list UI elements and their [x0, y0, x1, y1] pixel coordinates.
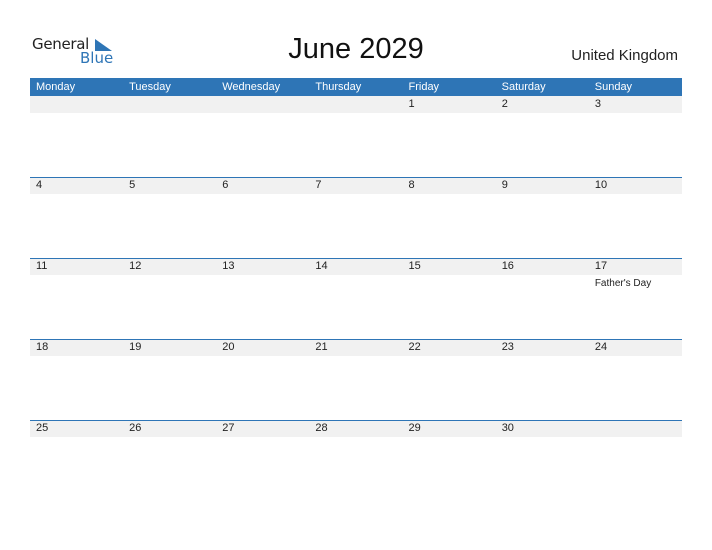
day-number: 22: [408, 341, 421, 353]
day-cell: 22: [403, 339, 496, 420]
day-cell: 29: [403, 420, 496, 501]
day-cell: 1: [403, 96, 496, 177]
day-number: 10: [594, 179, 608, 191]
week-row: 4 5 6 7 8 9 10: [30, 177, 682, 258]
day-cell: 18: [30, 339, 123, 420]
day-number: 11: [36, 260, 48, 272]
day-cell: 20: [216, 339, 309, 420]
day-cell: 25: [30, 420, 123, 501]
weekday-wednesday: Wednesday: [222, 81, 281, 93]
day-cell: 6: [216, 177, 309, 258]
day-number: 17: [594, 260, 608, 272]
day-number: 18: [36, 341, 49, 353]
weekday-header: Monday Tuesday Wednesday Thursday Friday…: [30, 78, 682, 96]
day-cell: 26: [123, 420, 216, 501]
day-number: 29: [408, 422, 421, 434]
day-cell: 2: [496, 96, 589, 177]
day-cell: 27: [216, 420, 309, 501]
day-cell: 28: [309, 420, 402, 501]
day-cell: 8: [403, 177, 496, 258]
day-cell: 21: [309, 339, 402, 420]
day-cell: 30: [496, 420, 589, 501]
weekday-friday: Friday: [408, 81, 440, 93]
day-cell: 19: [123, 339, 216, 420]
day-cell: [216, 96, 309, 177]
day-cell: [123, 96, 216, 177]
day-cell: 4: [30, 177, 123, 258]
day-number: 25: [36, 422, 49, 434]
day-cell: 3: [589, 96, 682, 177]
day-number: 2: [501, 98, 508, 110]
week-row: 18 19 20 21 22 23 24: [30, 339, 682, 420]
day-number: 20: [222, 341, 235, 353]
week-row: 25 26 27 28 29 30: [30, 420, 682, 501]
holiday-event: Father's Day: [594, 278, 652, 289]
day-number: 8: [408, 179, 415, 191]
weekday-sunday: Sunday: [594, 81, 633, 93]
day-cell: 11: [30, 258, 123, 339]
day-number: 9: [501, 179, 508, 191]
weekday-saturday: Saturday: [501, 81, 546, 93]
day-cell: 10: [589, 177, 682, 258]
weekday-thursday: Thursday: [315, 81, 362, 93]
day-number: 12: [129, 260, 142, 272]
day-cell: [309, 96, 402, 177]
day-cell: 15: [403, 258, 496, 339]
day-number: 6: [222, 179, 229, 191]
day-cell: 7: [309, 177, 402, 258]
country-label: United Kingdom: [571, 47, 678, 64]
day-number: 5: [129, 179, 136, 191]
day-number: 19: [129, 341, 142, 353]
day-number: 24: [594, 341, 608, 353]
day-cell: 13: [216, 258, 309, 339]
weekday-monday: Monday: [36, 81, 76, 93]
day-number: 23: [501, 341, 514, 353]
day-cell: 5: [123, 177, 216, 258]
day-cell: [30, 96, 123, 177]
week-row: 11 12 13 14 15 16 17 Father's Day: [30, 258, 682, 339]
day-number: 26: [129, 422, 142, 434]
day-number: 21: [315, 341, 328, 353]
day-number: 7: [315, 179, 322, 191]
day-cell: 12: [123, 258, 216, 339]
day-cell: 16: [496, 258, 589, 339]
day-number: 15: [408, 260, 421, 272]
day-cell: 9: [496, 177, 589, 258]
day-cell: 17 Father's Day: [589, 258, 682, 339]
day-number: 1: [408, 98, 415, 110]
day-number: 27: [222, 422, 235, 434]
day-cell: [589, 420, 682, 501]
weekday-tuesday: Tuesday: [129, 81, 171, 93]
day-number: 3: [594, 98, 601, 110]
day-number: 30: [501, 422, 514, 434]
week-row: 1 2 3: [30, 96, 682, 177]
day-cell: 24: [589, 339, 682, 420]
day-cell: 14: [309, 258, 402, 339]
day-number: 28: [315, 422, 328, 434]
day-number: 16: [501, 260, 514, 272]
day-number: 13: [222, 260, 235, 272]
day-number: 14: [315, 260, 328, 272]
day-cell: 23: [496, 339, 589, 420]
day-number: 4: [36, 179, 43, 191]
